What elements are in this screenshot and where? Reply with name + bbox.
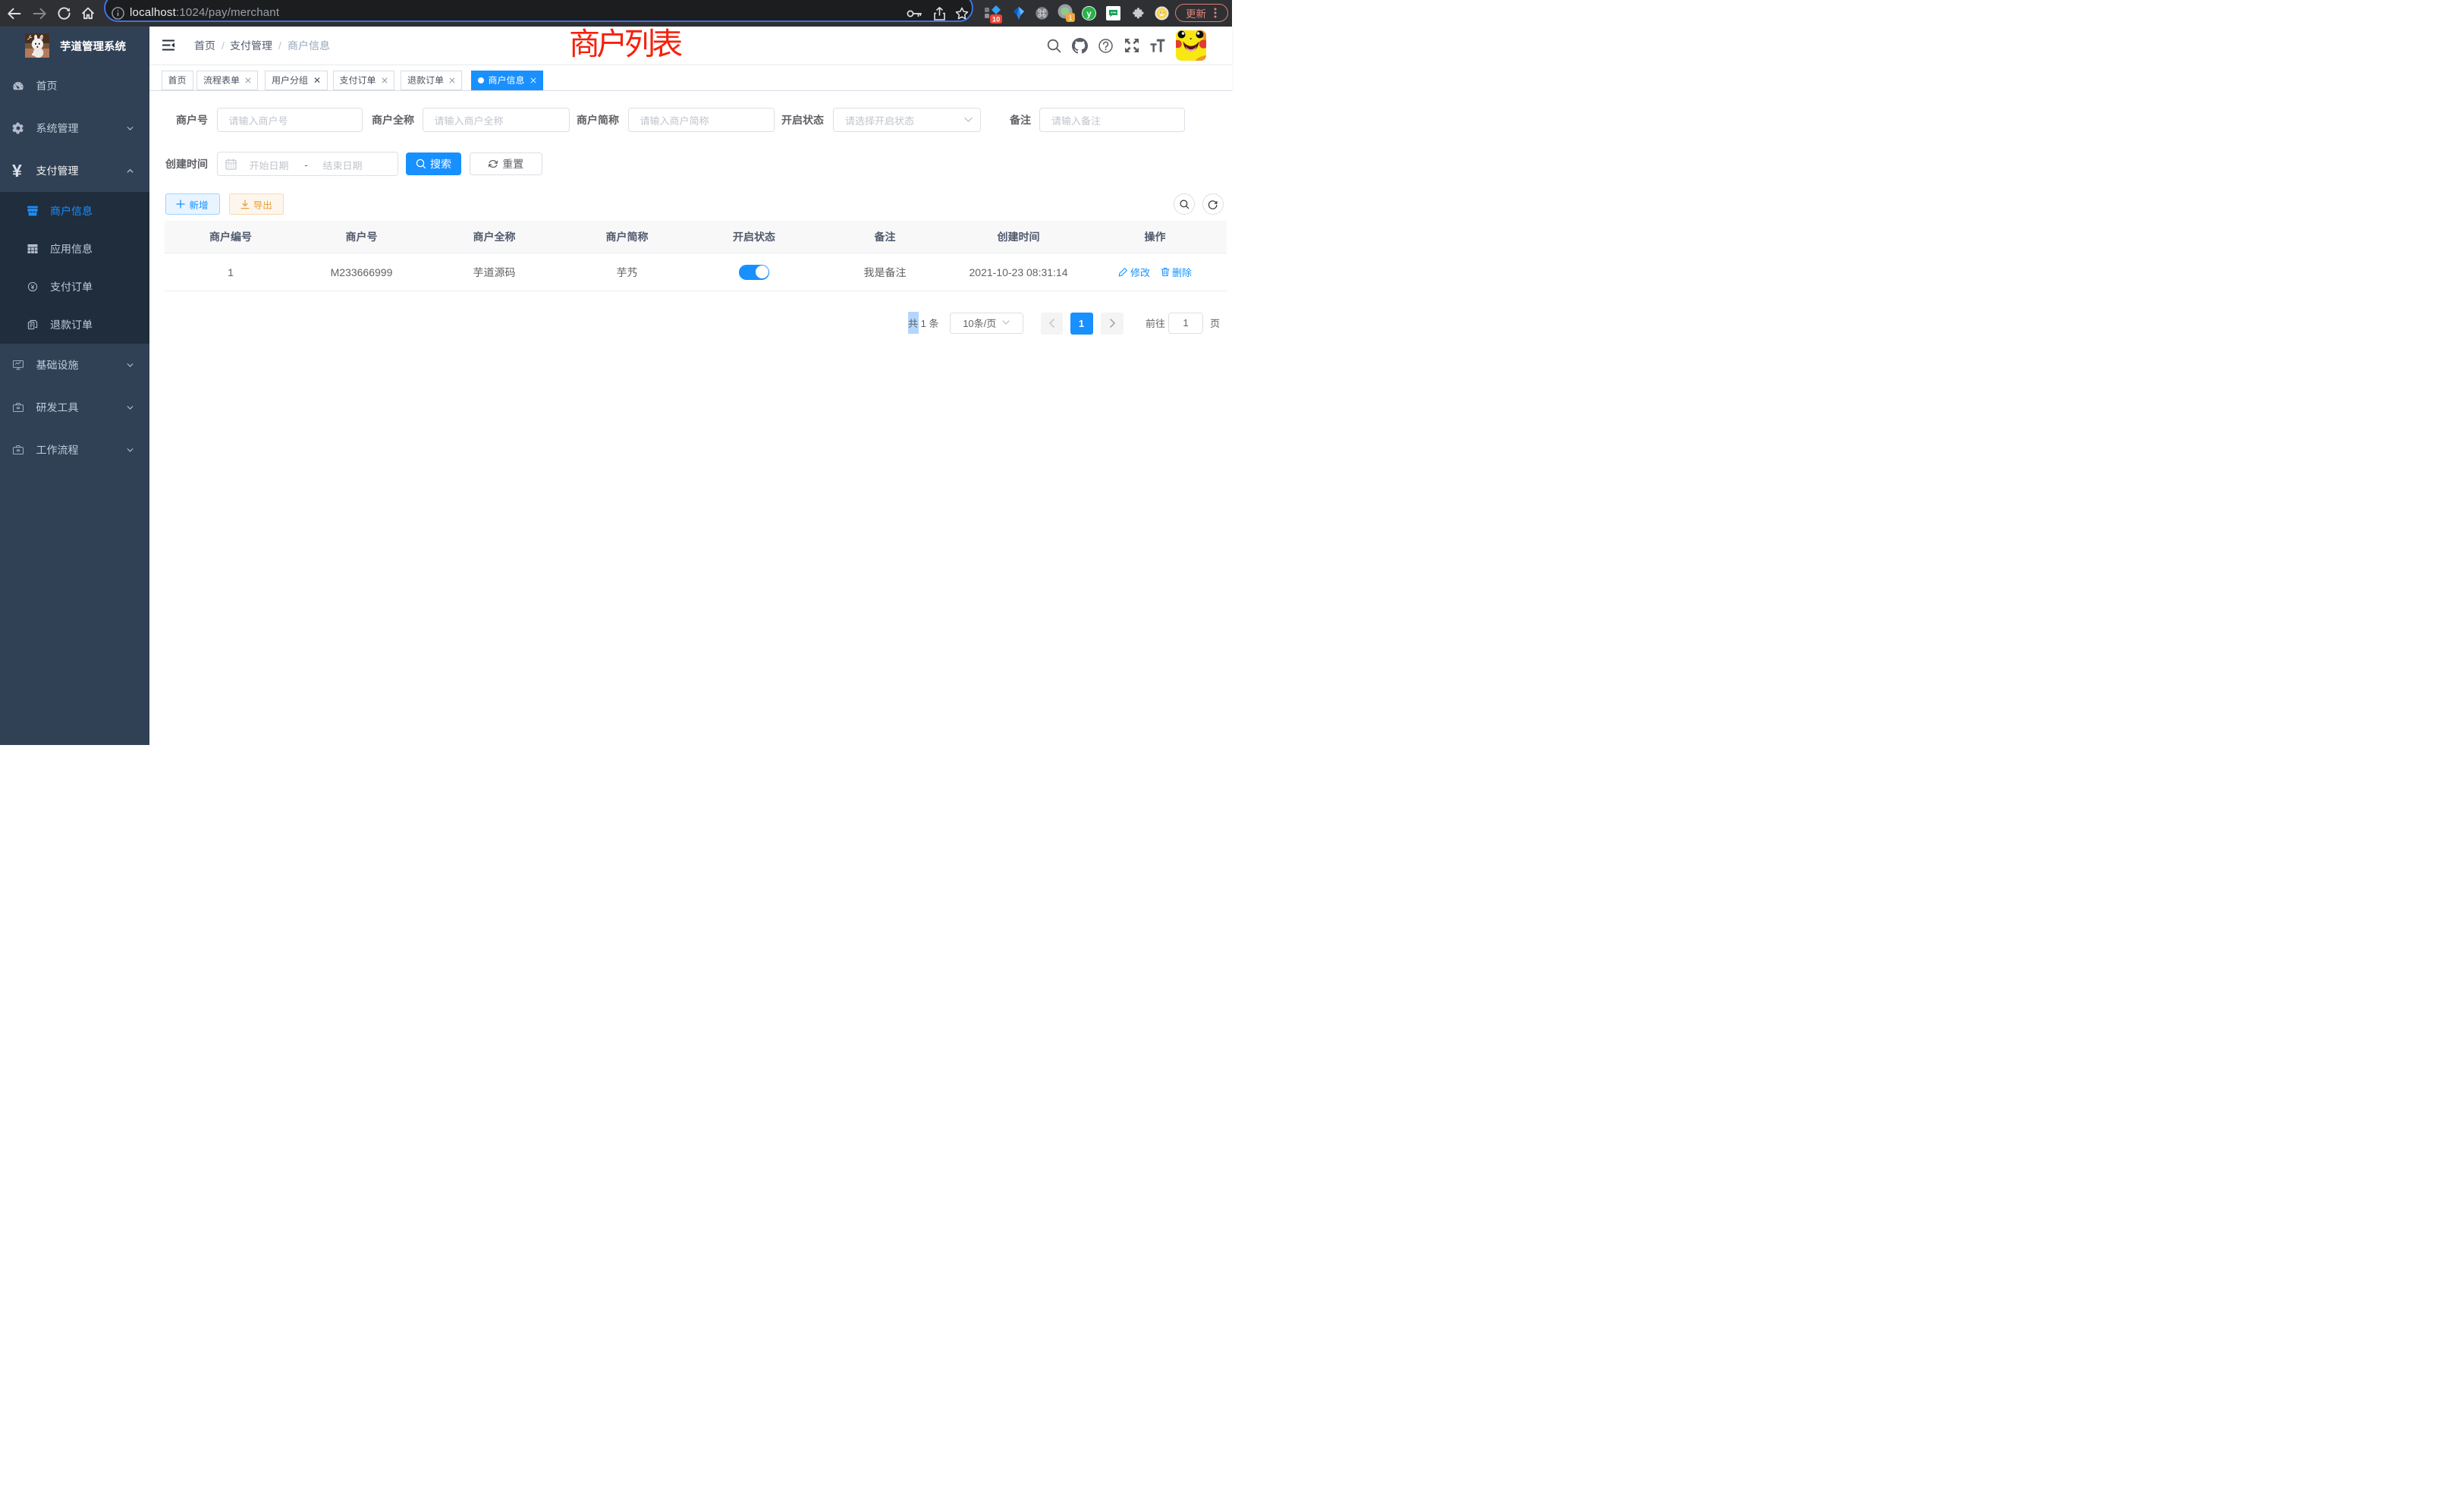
- svg-text:y: y: [1086, 10, 1092, 19]
- svg-text:1: 1: [1068, 14, 1072, 22]
- svg-text:10: 10: [992, 15, 1001, 24]
